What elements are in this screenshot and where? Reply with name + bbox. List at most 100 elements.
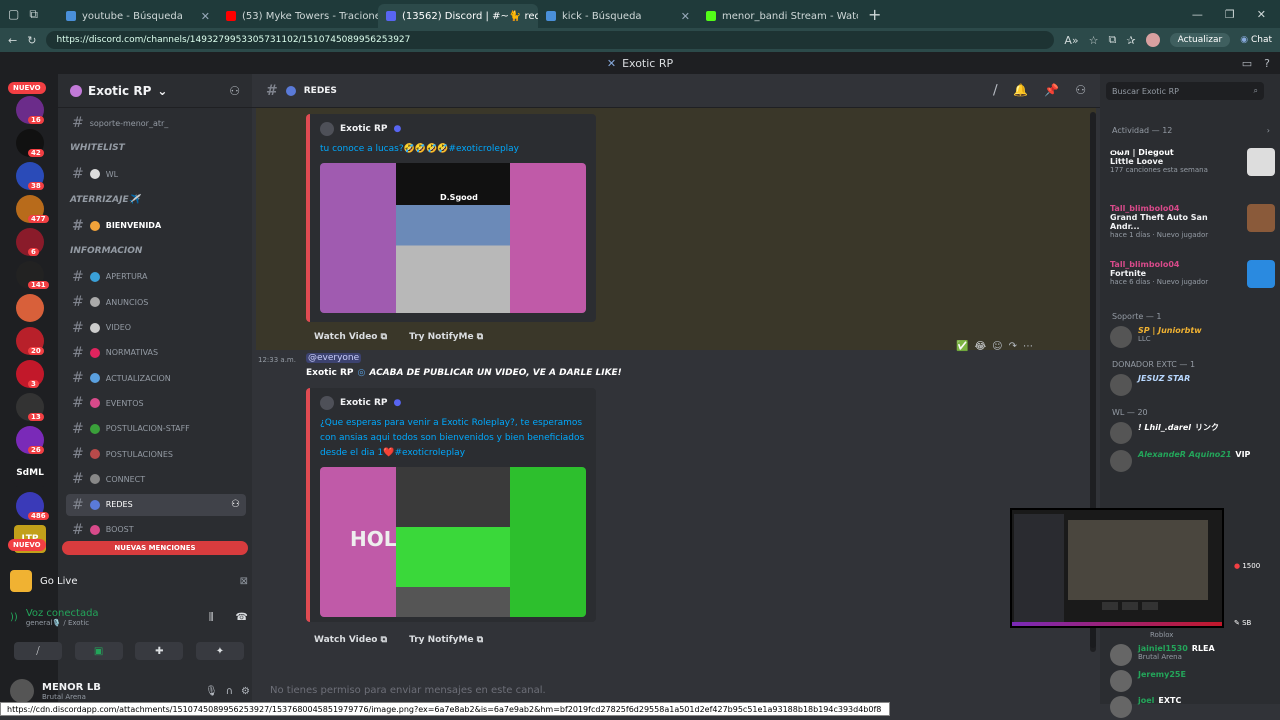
member-item[interactable]: JESUZ STAR xyxy=(1110,374,1275,396)
thumb-center xyxy=(396,467,510,617)
channel-category[interactable]: INFORMACION xyxy=(70,246,142,256)
back-icon[interactable]: ← xyxy=(8,34,17,47)
pip-control[interactable] xyxy=(1122,602,1138,610)
disconnect-icon[interactable]: ☎ xyxy=(236,612,248,623)
voice-channel-label[interactable]: general🎙️ / Exotic xyxy=(26,619,99,627)
video-thumbnail[interactable]: HOL xyxy=(320,467,586,617)
channel-item[interactable]: # ANUNCIOS xyxy=(66,291,246,313)
avatar[interactable] xyxy=(10,679,34,703)
more-options-icon[interactable]: ⋯ xyxy=(1023,341,1033,352)
browser-tab[interactable]: menor_bandi Stream - Watch Live✕ xyxy=(698,4,858,28)
activity-card[interactable]: Tall_blimbolo04 Grand Theft Auto San Andr… xyxy=(1110,204,1275,248)
everyone-mention[interactable]: @everyone xyxy=(306,353,362,363)
channel-item[interactable]: # CONNECT xyxy=(66,468,246,490)
activity-card[interactable]: ѻѡл | Diegout Little Loove 177 canciones e… xyxy=(1110,148,1275,192)
channel-item[interactable]: # EVENTOS xyxy=(66,392,246,414)
reaction-check-icon[interactable]: ✅ xyxy=(956,341,968,352)
reload-icon[interactable]: ↻ xyxy=(27,34,36,47)
threads-icon[interactable]: ⧸ xyxy=(993,83,997,98)
reply-icon[interactable]: ↷ xyxy=(1009,341,1017,352)
channel-item[interactable]: # REDES ⚇ xyxy=(66,493,246,516)
embed-author-name[interactable]: Exotic RP xyxy=(340,124,388,134)
member-item[interactable]: jainiel1530 RLEA Brutal Arena xyxy=(1110,644,1275,666)
channel-item[interactable]: # soporte-menor_atr_ xyxy=(66,112,246,134)
camera-button[interactable]: ⧸ xyxy=(14,642,62,660)
watch-video-button[interactable]: Watch Video ⧉ xyxy=(314,635,387,645)
browser-tab[interactable]: youtube - Búsqueda ✕ xyxy=(58,4,218,28)
inbox-icon[interactable]: ▭ xyxy=(1242,57,1252,70)
browser-history-icon[interactable]: ⧉ xyxy=(29,7,38,22)
channel-item[interactable]: # NORMATIVAS xyxy=(66,342,246,364)
add-member-icon[interactable]: ⚇ xyxy=(229,84,240,98)
copilot-button[interactable]: ◉ Chat xyxy=(1240,35,1272,45)
new-unread-pill-bottom[interactable]: NUEVO xyxy=(8,539,46,551)
browser-tab[interactable]: kick - Búsqueda ✕ xyxy=(538,4,698,28)
settings-gear-icon[interactable]: ⚙ xyxy=(241,686,250,697)
channel-item[interactable]: # ACTUALIZACION xyxy=(66,367,246,389)
member-item[interactable]: Jeremy25E xyxy=(1110,670,1275,692)
collections-icon[interactable]: ✰ xyxy=(1126,34,1135,47)
close-tab-icon[interactable]: ✕ xyxy=(201,10,210,23)
message-author[interactable]: Exotic RP xyxy=(306,368,354,378)
restore-icon[interactable]: ❐ xyxy=(1225,8,1235,21)
activity-header[interactable]: Actividad — 12 › xyxy=(1112,126,1270,135)
activity-card[interactable]: Tall_blimbolo04 Fortnite hace 6 días · Nue… xyxy=(1110,260,1275,304)
member-item[interactable]: SP | Juniorbtw LLC xyxy=(1110,326,1275,348)
server-icon[interactable]: SdML xyxy=(14,459,46,487)
reaction-add-icon[interactable]: ☺ xyxy=(992,341,1002,352)
channel-item[interactable]: # POSTULACION-STAFF xyxy=(66,418,246,440)
noise-suppression-icon[interactable]: ⫼ xyxy=(209,612,214,623)
browser-tab[interactable]: (53) Myke Towers - Tracionera (Vi✕ xyxy=(218,4,378,28)
minimize-icon[interactable]: — xyxy=(1192,8,1203,21)
soundboard-button[interactable]: ✦ xyxy=(195,642,244,660)
close-window-icon[interactable]: ✕ xyxy=(1257,8,1266,21)
try-notifyme-button[interactable]: Try NotifyMe ⧉ xyxy=(409,332,483,342)
voice-connected-label[interactable]: Voz conectada xyxy=(26,608,99,619)
channel-item[interactable]: # WL xyxy=(66,163,246,185)
help-icon[interactable]: ? xyxy=(1264,57,1270,70)
channel-item[interactable]: # POSTULACIONES xyxy=(66,443,246,465)
pip-control[interactable] xyxy=(1102,602,1118,610)
update-button[interactable]: Actualizar xyxy=(1169,33,1231,47)
member-item[interactable]: ! Lhil_.darel リンク xyxy=(1110,422,1275,444)
read-aloud-icon[interactable]: A» xyxy=(1064,34,1078,47)
picture-in-picture-window[interactable] xyxy=(1010,508,1224,628)
browser-tab[interactable]: (13562) Discord | #~🐈 redes✕ xyxy=(378,4,538,28)
new-mentions-banner[interactable]: NUEVAS MENCIONES xyxy=(62,541,248,555)
mic-icon[interactable]: 🎙 xyxy=(205,686,218,697)
url-field[interactable]: https://discord.com/channels/14932799533… xyxy=(46,31,1055,49)
embed-author-name[interactable]: Exotic RP xyxy=(340,398,388,408)
extensions-icon[interactable]: ⧉ xyxy=(1109,33,1117,47)
go-live-close-icon[interactable]: ⊠ xyxy=(240,576,248,587)
close-tab-icon[interactable]: ✕ xyxy=(681,10,690,23)
channel-item[interactable]: # APERTURA xyxy=(66,266,246,288)
channel-item[interactable]: # BOOST xyxy=(66,519,246,541)
video-thumbnail[interactable]: D.Sgood xyxy=(320,163,586,313)
channel-category[interactable]: ATERRIZAJE✈️ xyxy=(70,195,140,205)
new-unread-pill[interactable]: NUEVO xyxy=(8,82,46,94)
member-list-icon[interactable]: ⚇ xyxy=(1075,83,1086,98)
profile-avatar[interactable] xyxy=(1145,33,1160,47)
activities-button[interactable]: ✚ xyxy=(135,642,184,660)
reaction-laugh-icon[interactable]: 😂 xyxy=(974,341,986,352)
channel-category[interactable]: WHITELIST xyxy=(70,143,125,153)
screen-share-button[interactable]: ▣ xyxy=(74,642,123,660)
go-live-label[interactable]: Go Live xyxy=(40,576,77,587)
headphones-icon[interactable]: ∩ xyxy=(226,686,233,697)
server-header[interactable]: Exotic RP ⌄ ⚇ xyxy=(58,74,252,108)
browser-menu-icon[interactable]: ▢ xyxy=(8,7,19,22)
favorite-icon[interactable]: ☆ xyxy=(1089,34,1099,47)
pin-icon[interactable]: 📌 xyxy=(1044,83,1059,98)
search-input[interactable]: Buscar Exotic RP ⌕ xyxy=(1106,82,1264,100)
add-member-icon[interactable]: ⚇ xyxy=(231,499,240,510)
channel-item[interactable]: # BIENVENIDA xyxy=(66,215,246,237)
server-icon[interactable] xyxy=(16,294,44,322)
member-item[interactable]: joel EXTC xyxy=(1110,696,1275,718)
member-item[interactable]: AlexandeR Aquino21 VIP xyxy=(1110,450,1275,472)
watch-video-button[interactable]: Watch Video ⧉ xyxy=(314,332,387,342)
channel-item[interactable]: # VIDEO xyxy=(66,317,246,339)
try-notifyme-button[interactable]: Try NotifyMe ⧉ xyxy=(409,635,483,645)
new-tab-button[interactable]: + xyxy=(858,5,891,24)
pip-control[interactable] xyxy=(1142,602,1158,610)
notification-bell-icon[interactable]: 🔔 xyxy=(1013,83,1028,98)
